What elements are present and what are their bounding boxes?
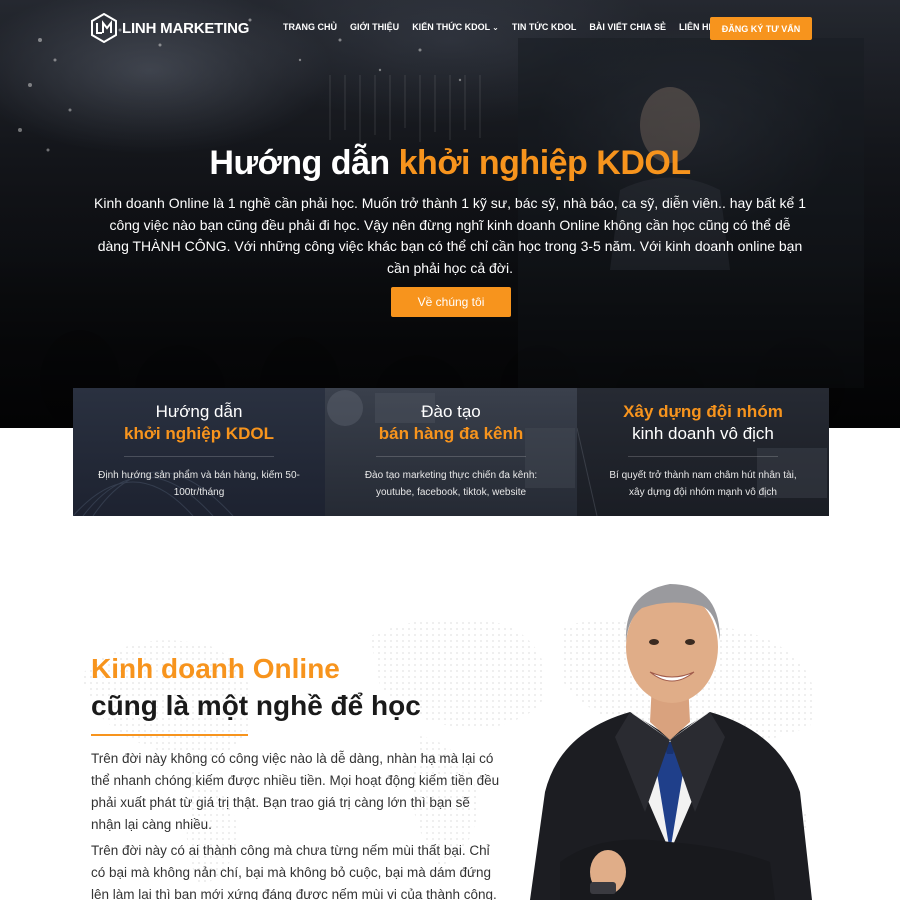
section-paragraph-1: Trên đời này không có công việc nào là d…: [91, 751, 500, 832]
section-title-underline: [91, 734, 248, 736]
intro-section: Kinh doanh Online cũng là một nghề để họ…: [0, 516, 900, 900]
card-title-line2: kinh doanh vô địch: [632, 424, 774, 443]
card-divider: [124, 456, 274, 457]
hero-description: Kinh doanh Online là 1 nghề cần phải học…: [94, 195, 806, 276]
feature-card-team[interactable]: Xây dựng đội nhóm kinh doanh vô địch Bí …: [577, 388, 829, 516]
register-consult-button[interactable]: ĐĂNG KÝ TƯ VẤN: [710, 17, 812, 40]
nav-item-bai-viet-chia-se[interactable]: BÀI VIẾT CHIA SẺ: [589, 22, 666, 32]
card-title-line1: Xây dựng đội nhóm: [623, 402, 783, 421]
section-title-accent: Kinh doanh Online: [91, 653, 340, 684]
nav-item-tin-tuc-kdol[interactable]: TIN TỨC KDOL: [512, 22, 576, 32]
card-divider: [376, 456, 526, 457]
card-title-line2: khởi nghiệp KDOL: [124, 424, 274, 443]
feature-card-kdol[interactable]: Hướng dẫn khởi nghiệp KDOL Định hướng sả…: [73, 388, 325, 516]
about-us-button[interactable]: Về chúng tôi: [391, 287, 511, 317]
card-title-line1: Đào tạo: [421, 402, 481, 421]
hero-title-accent: khởi nghiệp KDOL: [398, 144, 691, 182]
card-divider: [628, 456, 778, 457]
card-description: Đào tạo marketing thực chiến đa kênh: yo…: [364, 470, 538, 498]
businessman-image: [530, 584, 812, 900]
logo-text: LINH MARKETING: [122, 19, 250, 37]
hero-title-plain: Hướng dẫn: [209, 144, 390, 182]
hero-title: Hướng dẫn khởi nghiệp KDOL: [0, 144, 900, 183]
section-title: cũng là một nghề để học: [91, 690, 421, 721]
nav-item-trang-chu[interactable]: TRANG CHỦ: [283, 22, 337, 32]
logo-hexagon-icon: [91, 13, 117, 43]
card-title-line1: Hướng dẫn: [155, 402, 243, 421]
feature-card-sales[interactable]: Đào tạo bán hàng đa kênh Đào tạo marketi…: [325, 388, 577, 516]
chevron-down-icon: ⌄: [492, 22, 499, 32]
logo[interactable]: LINH MARKETING: [90, 13, 249, 43]
card-title-line2: bán hàng đa kênh: [378, 424, 524, 443]
nav-item-gioi-thieu[interactable]: GIỚI THIỆU: [350, 22, 399, 32]
section-paragraph-2: Trên đời này có ai thành công mà chưa từ…: [91, 843, 497, 900]
site-header: LINH MARKETING TRANG CHỦ GIỚI THIỆU KIẾN…: [0, 0, 900, 58]
card-description: Bí quyết trở thành nam châm hút nhân tài…: [609, 470, 797, 498]
nav-item-kien-thuc-kdol[interactable]: KIẾN THỨC KDOL ⌄: [412, 22, 499, 32]
nav-item-label: KIẾN THỨC KDOL: [412, 22, 491, 32]
card-description: Định hướng sản phẩm và bán hàng, kiếm 50…: [98, 470, 300, 498]
feature-cards: Hướng dẫn khởi nghiệp KDOL Định hướng sả…: [73, 388, 829, 516]
main-nav: TRANG CHỦ GIỚI THIỆU KIẾN THỨC KDOL ⌄ TI…: [283, 22, 728, 32]
